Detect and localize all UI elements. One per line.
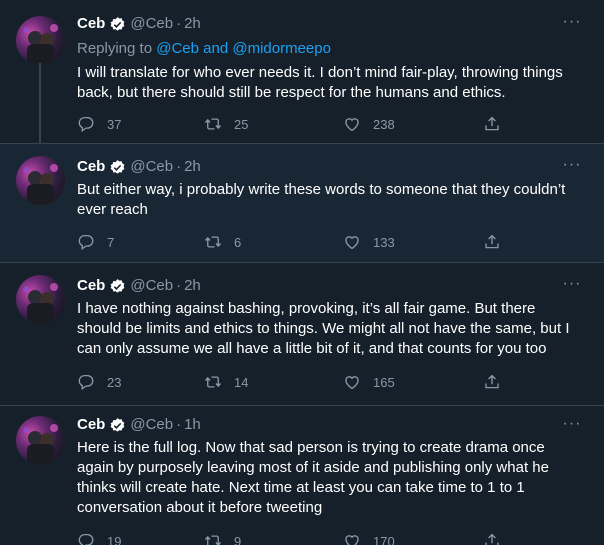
tweet[interactable]: Ceb @Ceb · 1h ··· Here is the full log. … xyxy=(0,406,604,545)
verified-icon xyxy=(110,16,125,31)
tweet-header: Ceb @Ceb · 2h xyxy=(77,14,201,34)
author-handle[interactable]: @Ceb xyxy=(130,276,173,296)
tweet-actions: 7 6 133 xyxy=(77,231,517,253)
tweet-actions: 19 9 170 xyxy=(77,530,517,545)
author-handle[interactable]: @Ceb xyxy=(130,157,173,177)
retweet-button[interactable]: 9 xyxy=(204,530,241,545)
like-button[interactable]: 238 xyxy=(343,113,395,135)
share-icon xyxy=(485,374,499,389)
reply-button[interactable]: 23 xyxy=(77,371,121,393)
share-button[interactable] xyxy=(483,530,513,545)
retweet-count: 6 xyxy=(234,234,242,250)
timestamp[interactable]: 2h xyxy=(184,14,201,34)
author-name[interactable]: Ceb xyxy=(77,14,105,34)
author-handle[interactable]: @Ceb xyxy=(130,14,173,34)
tweet[interactable]: Ceb @Ceb · 2h ··· I have nothing against… xyxy=(0,263,604,406)
tweet-header: Ceb @Ceb · 2h xyxy=(77,157,201,177)
author-name[interactable]: Ceb xyxy=(77,415,105,435)
reply-count: 7 xyxy=(107,234,115,250)
share-icon xyxy=(485,234,499,249)
like-icon xyxy=(345,236,359,250)
mention-link[interactable]: @midormeepo xyxy=(232,40,331,57)
avatar[interactable] xyxy=(16,16,65,65)
more-icon[interactable]: ··· xyxy=(562,416,582,438)
avatar[interactable] xyxy=(16,156,65,205)
like-icon xyxy=(345,535,359,545)
avatar[interactable] xyxy=(16,416,65,465)
more-icon[interactable]: ··· xyxy=(562,157,582,179)
share-button[interactable] xyxy=(483,371,513,393)
timestamp[interactable]: 2h xyxy=(184,157,201,177)
like-count: 165 xyxy=(373,374,395,390)
timestamp[interactable]: 2h xyxy=(184,276,201,296)
tweet-text: But either way, i probably write these w… xyxy=(77,181,566,218)
replying-prefix: Replying to xyxy=(77,40,153,57)
retweet-button[interactable]: 14 xyxy=(204,371,248,393)
mention-link[interactable]: @Ceb xyxy=(156,40,199,57)
separator-dot: · xyxy=(176,158,182,175)
like-count: 170 xyxy=(373,533,395,545)
reply-button[interactable]: 19 xyxy=(77,530,121,545)
verified-icon xyxy=(110,278,125,293)
share-icon xyxy=(485,533,499,545)
separator-dot: · xyxy=(176,15,182,32)
reply-button[interactable]: 37 xyxy=(77,113,121,135)
retweet-icon xyxy=(204,535,222,545)
tweet-actions: 23 14 165 xyxy=(77,371,517,393)
tweet-actions: 37 25 238 xyxy=(77,113,517,135)
more-icon[interactable]: ··· xyxy=(562,276,582,298)
reply-count: 23 xyxy=(107,374,122,390)
retweet-button[interactable]: 6 xyxy=(204,231,241,253)
retweet-button[interactable]: 25 xyxy=(204,113,248,135)
author-name[interactable]: Ceb xyxy=(77,276,105,296)
retweet-icon xyxy=(204,376,222,388)
reply-icon xyxy=(78,533,94,545)
separator-dot: · xyxy=(176,277,182,294)
like-button[interactable]: 170 xyxy=(343,530,395,545)
tweet-header: Ceb @Ceb · 1h xyxy=(77,415,201,435)
author-name[interactable]: Ceb xyxy=(77,157,105,177)
timestamp[interactable]: 1h xyxy=(184,415,201,435)
reply-count: 19 xyxy=(107,533,122,545)
tweet-thread: Ceb @Ceb · 2h ··· Replying to @Ceb and @… xyxy=(0,0,604,545)
retweet-icon xyxy=(204,118,222,130)
like-count: 238 xyxy=(373,116,395,132)
tweet[interactable]: Ceb @Ceb · 2h ··· But either way, i prob… xyxy=(0,144,604,263)
like-button[interactable]: 133 xyxy=(343,231,395,253)
reply-icon xyxy=(78,234,94,251)
reply-icon xyxy=(78,374,94,391)
verified-icon xyxy=(110,417,125,432)
separator-dot: · xyxy=(176,416,182,433)
verified-icon xyxy=(110,159,125,174)
like-icon xyxy=(345,118,359,132)
tweet-text: Here is the full log. Now that sad perso… xyxy=(77,439,549,516)
avatar[interactable] xyxy=(16,275,65,324)
author-handle[interactable]: @Ceb xyxy=(130,415,173,435)
retweet-icon xyxy=(204,236,222,248)
like-icon xyxy=(345,376,359,390)
mention-and: and xyxy=(203,40,229,57)
like-count: 133 xyxy=(373,234,395,250)
share-button[interactable] xyxy=(483,231,513,253)
retweet-count: 9 xyxy=(234,533,242,545)
reply-count: 37 xyxy=(107,116,122,132)
retweet-count: 14 xyxy=(234,374,249,390)
tweet-text: I have nothing against bashing, provokin… xyxy=(77,300,570,357)
tweet[interactable]: Ceb @Ceb · 2h ··· Replying to @Ceb and @… xyxy=(0,0,604,159)
retweet-count: 25 xyxy=(234,116,249,132)
tweet-header: Ceb @Ceb · 2h xyxy=(77,276,201,296)
reply-button[interactable]: 7 xyxy=(77,231,114,253)
more-icon[interactable]: ··· xyxy=(562,14,582,36)
replying-to: Replying to @Ceb and @midormeepo xyxy=(77,40,331,57)
tweet-text: I will translate for who ever needs it. … xyxy=(77,64,563,101)
like-button[interactable]: 165 xyxy=(343,371,395,393)
share-button[interactable] xyxy=(483,113,513,135)
reply-icon xyxy=(78,116,94,133)
share-icon xyxy=(485,116,499,131)
